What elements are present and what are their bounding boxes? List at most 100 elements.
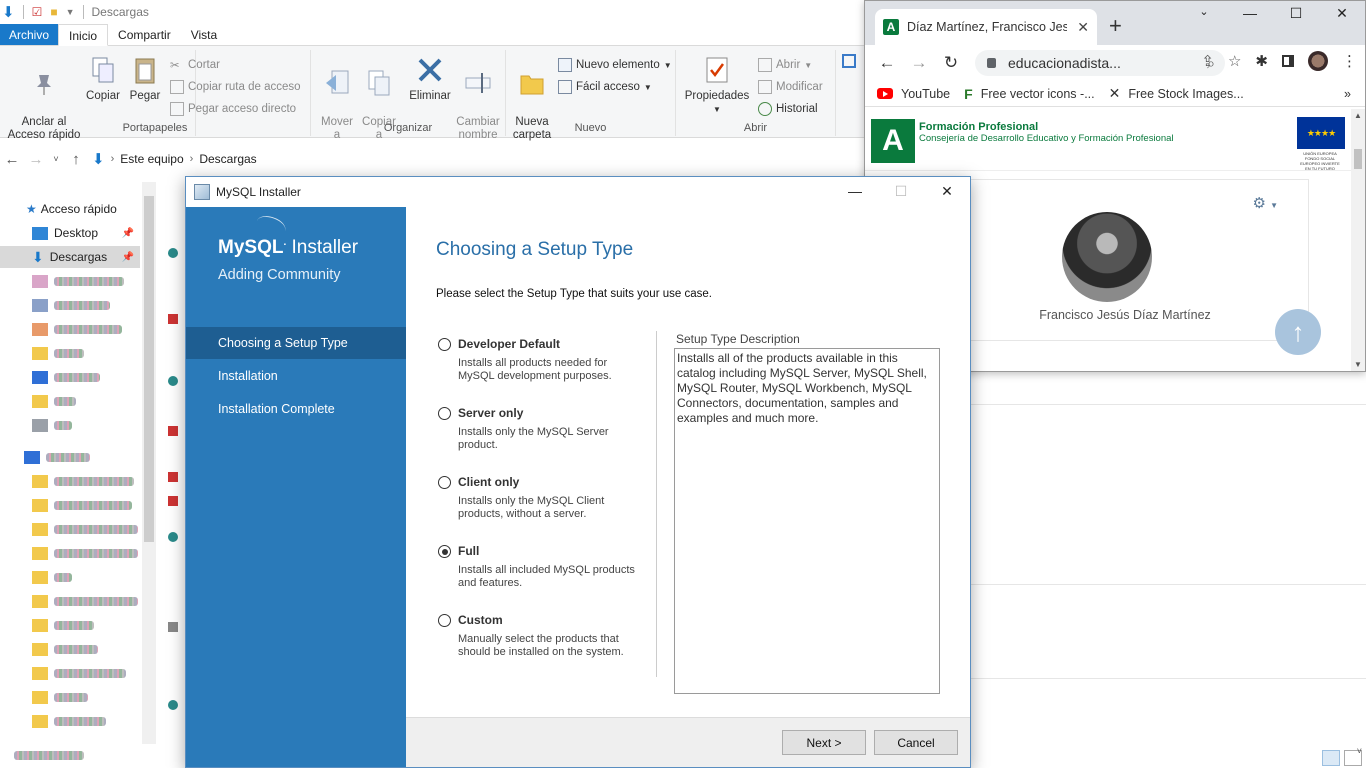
nav-item-blurred[interactable] [0,294,140,316]
bookmark-youtube[interactable]: YouTube [877,87,950,101]
minimize-icon[interactable]: — [832,177,878,207]
scroll-up-icon[interactable]: ▲ [1354,111,1362,120]
nav-item-blurred[interactable] [0,470,140,492]
cut-button[interactable]: ✂ Cortar [170,58,220,72]
option-developer-default[interactable]: Developer Default Installs all products … [438,335,648,395]
new-item-label: Nuevo elemento [576,59,660,71]
radio-client-only[interactable] [438,476,451,489]
option-full[interactable]: Full Installs all included MySQL product… [438,542,648,602]
nav-item-blurred[interactable] [0,566,140,588]
easy-access-button[interactable]: Fácil acceso ▼ [558,80,652,94]
nav-item-blurred[interactable] [0,542,140,564]
nav-downloads-label: Descargas [49,250,108,264]
page-scrollbar[interactable]: ▲ ▼ [1351,109,1365,371]
bookmark-star-icon[interactable]: ☆ [1228,52,1241,70]
navigation-scrollbar[interactable] [142,182,156,744]
bookmarks-bar: YouTube F Free vector icons -... ✕ Free St… [865,81,1365,107]
details-view-icon[interactable] [1322,750,1340,766]
option-server-only[interactable]: Server only Installs only the MySQL Serv… [438,404,648,464]
copy-button[interactable]: Copiar [84,54,122,103]
copy-to-icon [364,67,394,99]
breadcrumb-este-equipo[interactable]: Este equipo [120,152,183,166]
nav-item-blurred[interactable] [0,638,140,660]
nav-quick-access[interactable]: ★ Acceso rápido [0,198,140,220]
new-item-button[interactable]: Nuevo elemento ▼ [558,58,672,72]
nav-item-blurred[interactable] [0,518,140,540]
customize-toolbar-icon[interactable]: ▼ [66,7,75,17]
tab-inicio[interactable]: Inicio [58,24,109,46]
edit-button[interactable]: Modificar [758,80,823,94]
nav-downloads[interactable]: ⬇ Descargas 📌 [0,246,140,268]
bookmark-free-stock-images[interactable]: ✕ Free Stock Images... [1109,85,1244,102]
next-button[interactable]: Next > [782,730,866,755]
option-custom[interactable]: Custom Manually select the products that… [438,611,648,681]
delete-button[interactable]: Eliminar [407,54,453,103]
tab-search-icon[interactable]: ⌄ [1181,5,1227,22]
extensions-puzzle-icon[interactable]: ✱ [1255,52,1268,70]
nav-item-blurred[interactable] [0,366,140,388]
omnibox[interactable]: educacionadista... ⌕ [975,50,1225,76]
breadcrumb-descargas[interactable]: Descargas [199,152,256,166]
reload-icon[interactable]: ↻ [935,53,967,73]
scrollbar-thumb[interactable] [1354,149,1362,169]
open-button[interactable]: Abrir ▼ [758,58,812,72]
scrollbar-thumb[interactable] [144,196,154,542]
nav-item-blurred[interactable] [0,710,140,732]
up-arrow-icon[interactable]: ↑ [64,151,88,168]
scroll-down-icon[interactable]: ▼ [1354,360,1362,369]
close-icon[interactable]: ✕ [924,177,970,207]
junta-logo-icon[interactable]: A [871,119,915,163]
radio-developer-default[interactable] [438,338,451,351]
chrome-menu-icon[interactable]: ⋮ [1342,52,1357,70]
properties-check-icon[interactable]: ☑ [32,5,43,19]
nav-desktop[interactable]: Desktop 📌 [0,222,140,244]
minimize-icon[interactable]: — [1227,5,1273,22]
bookmark-free-vector-icons[interactable]: F Free vector icons -... [964,86,1095,102]
back-arrow-icon[interactable]: ← [871,53,903,73]
scroll-to-top-icon[interactable]: ↑ [1275,309,1321,355]
radio-full[interactable] [438,545,451,558]
copy-path-button[interactable]: Copiar ruta de acceso [170,80,301,94]
tab-vista[interactable]: Vista [181,24,227,45]
close-tab-icon[interactable]: ✕ [1077,19,1089,36]
forward-arrow-icon[interactable]: → [24,151,48,168]
close-window-icon[interactable]: ✕ [1319,5,1365,22]
paste-button[interactable]: Pegar [126,54,164,103]
nav-item-blurred[interactable] [0,590,140,612]
nav-item-blurred[interactable] [0,686,140,708]
history-button[interactable]: Historial [758,102,818,116]
profile-avatar[interactable] [1308,51,1328,71]
cancel-button[interactable]: Cancel [874,730,958,755]
chrome-tab[interactable]: A Díaz Martínez, Francisco Jesús ✕ [875,9,1097,45]
option-description: Manually select the products that should… [458,633,624,658]
nav-item-blurred[interactable] [0,318,140,340]
radio-server-only[interactable] [438,407,451,420]
nav-item-blurred[interactable] [0,270,140,292]
select-all-icon[interactable] [842,54,856,68]
nav-item-blurred[interactable] [0,494,140,516]
tab-archivo[interactable]: Archivo [0,24,59,45]
nav-item-blurred[interactable] [0,390,140,412]
recent-locations-icon[interactable]: ˅ [48,154,64,164]
nav-item-blurred[interactable] [0,342,140,364]
paste-shortcut-button[interactable]: Pegar acceso directo [170,102,296,116]
option-client-only[interactable]: Client only Installs only the MySQL Clie… [438,473,648,533]
side-panel-icon[interactable] [1282,55,1294,67]
maximize-icon[interactable]: ☐ [1273,5,1319,22]
nav-item-blurred[interactable] [0,446,140,468]
back-arrow-icon[interactable]: ← [0,151,24,168]
nav-item-blurred[interactable] [0,662,140,684]
nav-item-blurred[interactable] [0,614,140,636]
nav-item-blurred[interactable] [0,414,140,436]
share-icon[interactable]: ⇪ [1201,52,1214,70]
nav-item-blurred[interactable] [0,744,140,766]
scroll-down-icon[interactable]: ˅ [1357,746,1362,756]
radio-custom[interactable] [438,614,451,627]
gear-icon[interactable]: ⚙ ▼ [1252,194,1278,212]
properties-button[interactable]: Propiedades ▼ [682,54,752,116]
tab-compartir[interactable]: Compartir [108,24,181,45]
forward-arrow-icon[interactable]: → [903,53,935,73]
new-folder-icon[interactable]: ■ [50,5,57,19]
new-tab-icon[interactable]: + [1109,13,1122,39]
more-bookmarks-icon[interactable]: » [1344,87,1351,101]
